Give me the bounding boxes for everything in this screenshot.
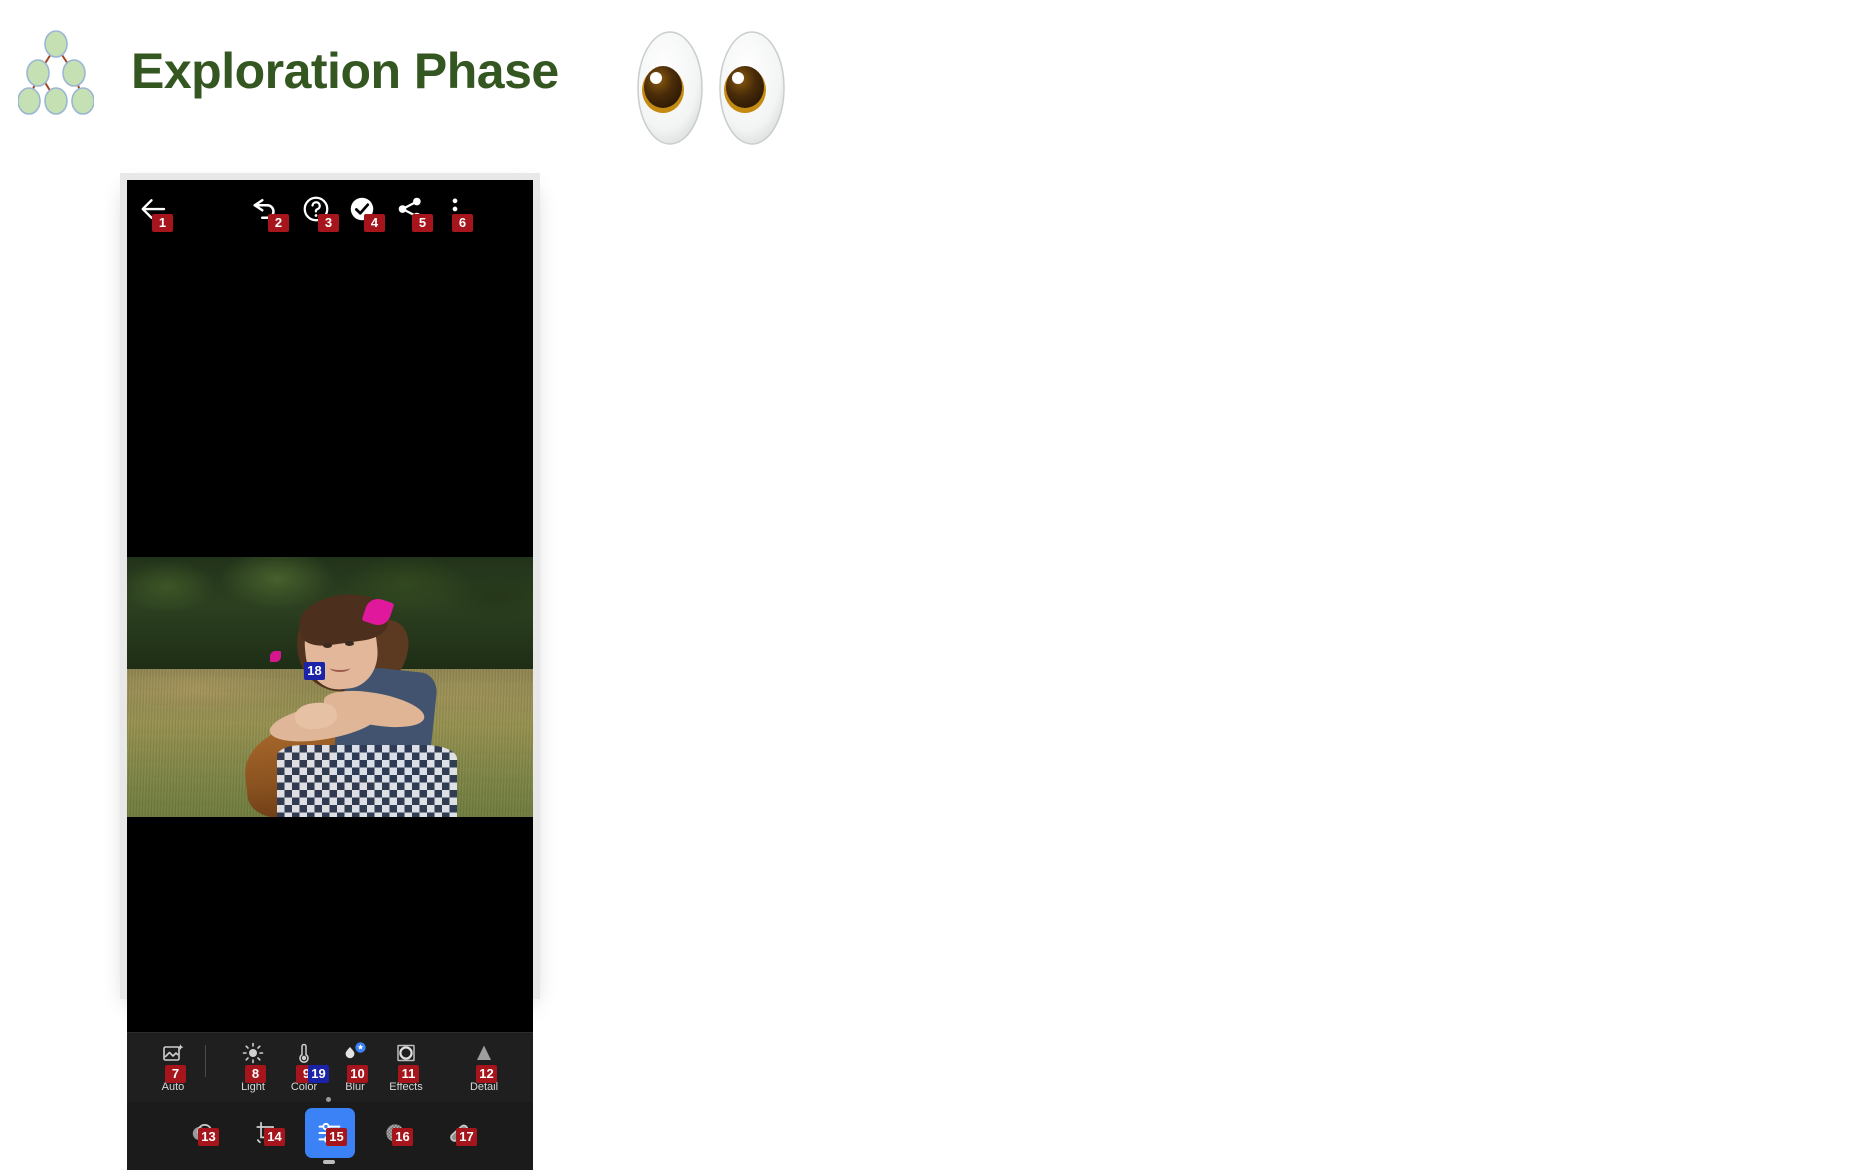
badge-11: 11 — [398, 1065, 419, 1083]
badge-6: 6 — [452, 214, 473, 232]
badge-14: 14 — [264, 1128, 285, 1146]
badge-1: 1 — [152, 214, 173, 232]
tool-divider — [205, 1045, 206, 1077]
photo-subject-eye-left — [323, 643, 332, 648]
badge-19: 19 — [308, 1065, 329, 1083]
photo-subject-eye-right — [345, 641, 354, 646]
badge-8: 8 — [245, 1065, 266, 1083]
editor-bottom-nav: 13 14 15 16 17 — [127, 1102, 533, 1170]
editor-tool-strip: Auto 7 Light 8 Color 9 Blur 19 10 Effect… — [127, 1032, 533, 1103]
photo-subject-mouth — [330, 664, 350, 672]
badge-16: 16 — [392, 1128, 413, 1146]
editor-topbar: 1 2 3 4 5 6 — [127, 180, 533, 242]
photo-subject-dress — [277, 745, 457, 817]
badge-12: 12 — [476, 1065, 497, 1083]
badge-5: 5 — [412, 214, 433, 232]
photo-subject-bow-secondary — [270, 651, 281, 662]
badge-3: 3 — [318, 214, 339, 232]
badge-18: 18 — [304, 662, 325, 680]
badge-13: 13 — [198, 1128, 219, 1146]
photo-canvas[interactable]: 18 — [127, 242, 533, 1032]
nav-home-handle — [323, 1160, 335, 1164]
badge-15: 15 — [326, 1128, 347, 1146]
badge-10: 10 — [347, 1065, 368, 1083]
page-header: Exploration Phase — [0, 0, 1857, 160]
badge-4: 4 — [364, 214, 385, 232]
eyes-emoji — [628, 26, 796, 150]
tree-graph-icon — [18, 28, 94, 116]
badge-17: 17 — [456, 1128, 477, 1146]
badge-7: 7 — [165, 1065, 186, 1083]
phone-screenshot-card: 1 2 3 4 5 6 18 Auto 7 Light 8 Color 9 Bl… — [127, 180, 533, 1170]
page-title: Exploration Phase — [131, 43, 559, 99]
badge-2: 2 — [268, 214, 289, 232]
edited-photo[interactable] — [127, 557, 533, 817]
